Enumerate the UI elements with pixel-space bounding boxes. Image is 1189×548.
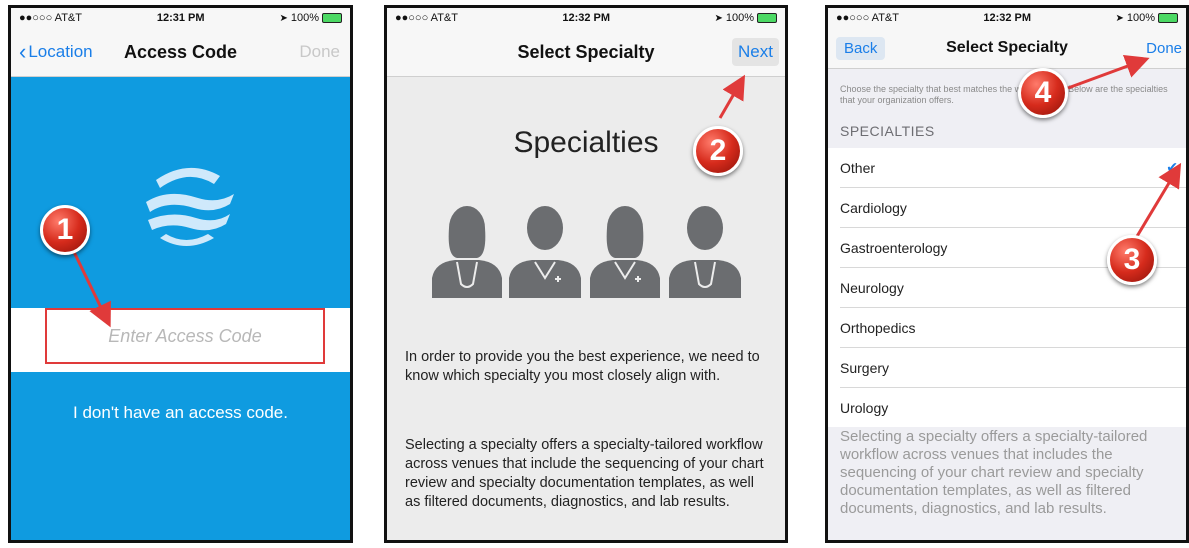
status-bar: ●●○○○ AT&T 12:32 PM ➤ 100%	[387, 8, 785, 28]
nav-title: Select Specialty	[517, 41, 655, 62]
status-time: 12:32 PM	[983, 12, 1032, 24]
carrier-label: ●●○○○ AT&T	[836, 12, 899, 24]
specialty-item-surgery[interactable]: Surgery	[840, 348, 1186, 388]
navigation-bar: Select Specialty Next	[387, 28, 785, 77]
navigation-bar: Back Select Specialty Done	[828, 28, 1186, 69]
next-button[interactable]: Next	[732, 38, 779, 66]
specialty-footer-text: Selecting a specialty offers a specialty…	[840, 428, 1148, 517]
status-time: 12:31 PM	[156, 12, 205, 24]
no-access-code-link[interactable]: I don't have an access code.	[11, 403, 350, 423]
battery-icon	[321, 13, 342, 23]
navigation-bar: ‹ Location Access Code Done	[11, 28, 350, 77]
battery-percent: 100%	[1126, 12, 1155, 24]
done-button[interactable]: Done	[299, 42, 340, 62]
carrier-label: ●●○○○ AT&T	[395, 12, 458, 24]
location-arrow-icon: ➤	[714, 12, 723, 24]
phone-specialties-intro-screen: ●●○○○ AT&T 12:32 PM ➤ 100% Select Specia…	[384, 5, 788, 543]
back-button[interactable]: ‹ Location	[19, 39, 93, 65]
specialty-label: Orthopedics	[840, 319, 916, 336]
specialty-label: Surgery	[840, 359, 890, 376]
specialty-label: Other	[840, 159, 876, 176]
clinicians-illustration-icon	[432, 206, 741, 298]
battery-percent: 100%	[290, 12, 319, 24]
back-button[interactable]: Back	[836, 36, 886, 60]
specialty-explanation-paragraph: Selecting a specialty offers a specialty…	[405, 437, 764, 510]
specialties-section-header: SPECIALTIES	[840, 123, 935, 139]
battery-indicator: ➤ 100%	[1115, 12, 1178, 24]
battery-percent: 100%	[725, 12, 754, 24]
specialty-label: Neurology	[840, 279, 904, 296]
app-logo-icon	[146, 167, 234, 246]
step-marker-1: 1	[40, 205, 90, 255]
battery-indicator: ➤ 100%	[279, 12, 342, 24]
back-label: Location	[28, 42, 93, 61]
access-code-input[interactable]: Enter Access Code	[45, 308, 325, 364]
step-marker-2: 2	[693, 126, 743, 176]
carrier-label: ●●○○○ AT&T	[19, 12, 82, 24]
specialty-item-cardiology[interactable]: Cardiology	[840, 188, 1186, 228]
location-arrow-icon: ➤	[1115, 12, 1124, 24]
specialty-list: Other ✔ Cardiology Gastroenterology Neur…	[828, 148, 1186, 427]
intro-paragraph: In order to provide you the best experie…	[405, 349, 760, 384]
specialty-description: Choose the specialty that best matches t…	[840, 84, 1168, 105]
specialty-label: Urology	[840, 399, 889, 416]
specialty-label: Cardiology	[840, 199, 907, 216]
location-arrow-icon: ➤	[279, 12, 288, 24]
step-marker-3: 3	[1107, 235, 1157, 285]
step-marker-4: 4	[1018, 68, 1068, 118]
specialty-item-orthopedics[interactable]: Orthopedics	[840, 308, 1186, 348]
phone-access-code-screen: ●●○○○ AT&T 12:31 PM ➤ 100% ‹ Location Ac…	[8, 5, 353, 543]
status-bar: ●●○○○ AT&T 12:32 PM ➤ 100%	[828, 8, 1186, 28]
battery-indicator: ➤ 100%	[714, 12, 777, 24]
specialty-item-urology[interactable]: Urology	[840, 388, 1186, 427]
specialty-item-other[interactable]: Other ✔	[840, 148, 1186, 188]
battery-icon	[1157, 13, 1178, 23]
battery-icon	[756, 13, 777, 23]
status-bar: ●●○○○ AT&T 12:31 PM ➤ 100%	[11, 8, 350, 28]
status-time: 12:32 PM	[562, 12, 611, 24]
specialty-label: Gastroenterology	[840, 239, 948, 256]
chevron-left-icon: ‹	[19, 39, 27, 64]
done-button[interactable]: Done	[1146, 40, 1182, 57]
checkmark-icon: ✔	[1166, 159, 1178, 175]
